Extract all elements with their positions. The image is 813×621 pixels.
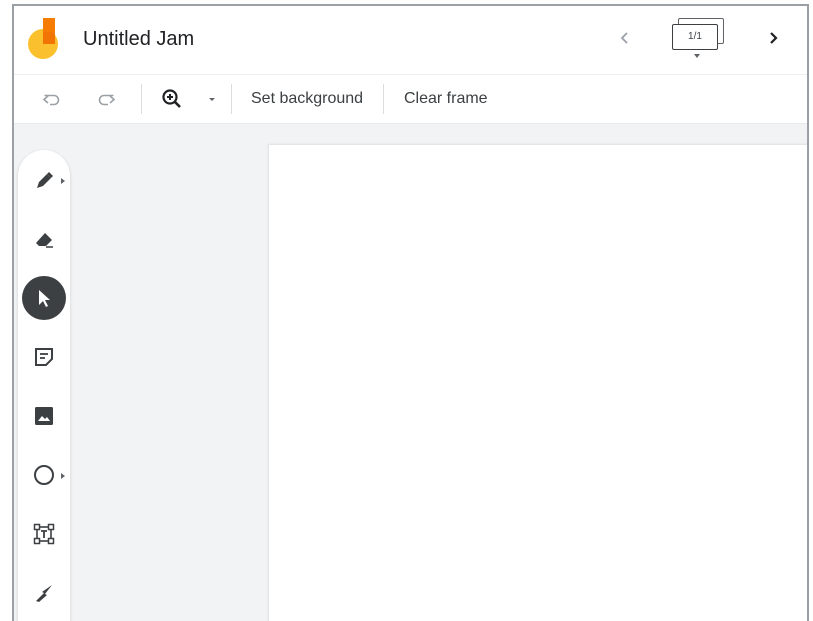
sticky-note-tool[interactable] xyxy=(22,335,66,379)
eraser-tool[interactable] xyxy=(22,217,66,261)
document-title[interactable]: Untitled Jam xyxy=(83,28,194,51)
pen-icon xyxy=(37,172,53,188)
eraser-icon xyxy=(36,233,53,248)
undo-icon[interactable] xyxy=(40,87,64,111)
toolbar-divider xyxy=(141,84,142,114)
frame-bar-toggle[interactable]: 1/1 xyxy=(672,18,730,62)
laser-tool[interactable] xyxy=(22,571,66,615)
app-window: Untitled Jam 1/1 Set background Clear fr… xyxy=(12,4,809,621)
submenu-caret-icon xyxy=(61,473,65,479)
select-tool[interactable] xyxy=(22,276,66,320)
jam-canvas[interactable] xyxy=(268,144,807,621)
tool-palette xyxy=(18,150,70,621)
next-frame-icon[interactable] xyxy=(762,24,784,52)
clear-frame-button[interactable]: Clear frame xyxy=(404,90,488,108)
zoom-in-icon[interactable] xyxy=(160,87,184,111)
set-background-button[interactable]: Set background xyxy=(251,90,363,108)
workspace xyxy=(14,124,807,621)
frame-counter-label: 1/1 xyxy=(672,24,718,50)
jamboard-logo xyxy=(28,18,58,59)
toolbar-divider xyxy=(383,84,384,114)
pointer-icon xyxy=(39,290,50,307)
main-toolbar: Set background Clear frame xyxy=(14,74,807,124)
image-tool[interactable] xyxy=(22,394,66,438)
submenu-caret-icon xyxy=(61,178,65,184)
text-box-icon xyxy=(33,523,55,545)
shape-tool[interactable] xyxy=(22,453,66,497)
image-icon xyxy=(35,407,53,425)
redo-icon[interactable] xyxy=(94,87,118,111)
circle-icon xyxy=(34,465,54,485)
chevron-down-icon xyxy=(694,54,700,58)
app-header: Untitled Jam 1/1 xyxy=(14,6,807,74)
pen-tool[interactable] xyxy=(22,158,66,202)
sticky-note-icon xyxy=(35,348,53,366)
zoom-dropdown-icon[interactable] xyxy=(200,87,224,111)
text-box-tool[interactable] xyxy=(22,512,66,556)
previous-frame-icon[interactable] xyxy=(614,24,636,52)
toolbar-divider xyxy=(231,84,232,114)
laser-icon xyxy=(36,585,52,602)
